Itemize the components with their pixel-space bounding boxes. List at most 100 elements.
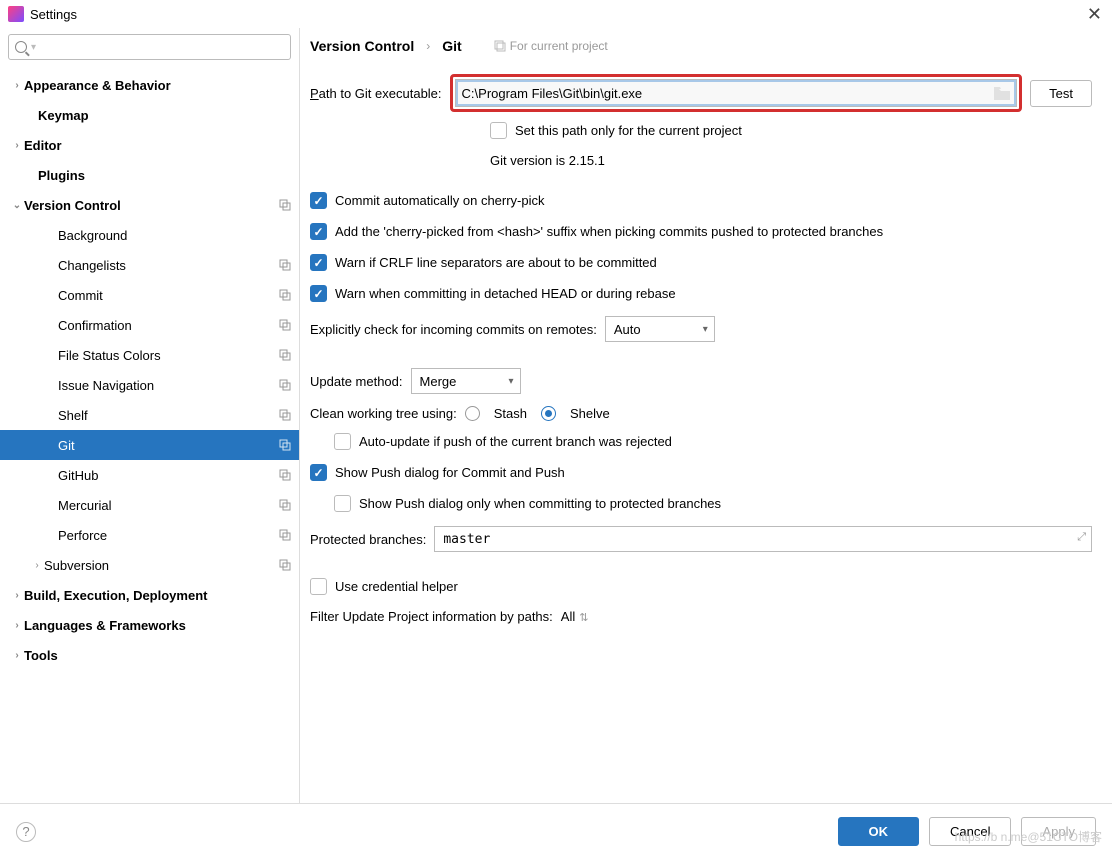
sidebar-item-subversion[interactable]: ›Subversion bbox=[0, 550, 299, 580]
content-panel: Version Control › Git For current projec… bbox=[300, 28, 1112, 803]
path-highlight bbox=[450, 74, 1023, 112]
sidebar-item-label: Git bbox=[58, 438, 279, 453]
protected-branches-input[interactable] bbox=[434, 526, 1092, 552]
sidebar-item-label: Perforce bbox=[58, 528, 279, 543]
breadcrumb-root[interactable]: Version Control bbox=[310, 38, 414, 54]
titlebar: Settings ✕ bbox=[0, 0, 1112, 28]
copy-icon bbox=[279, 259, 291, 271]
expand-icon[interactable]: ⤢ bbox=[1077, 531, 1086, 544]
sidebar-item-label: Shelf bbox=[58, 408, 279, 423]
sidebar-item-tools[interactable]: ›Tools bbox=[0, 640, 299, 670]
apply-button[interactable]: Apply bbox=[1021, 817, 1096, 846]
sidebar-item-git[interactable]: Git bbox=[0, 430, 299, 460]
sidebar-item-label: Tools bbox=[24, 648, 291, 663]
sidebar-item-keymap[interactable]: Keymap bbox=[0, 100, 299, 130]
sidebar-item-background[interactable]: Background bbox=[0, 220, 299, 250]
sidebar-item-version-control[interactable]: ⌄Version Control bbox=[0, 190, 299, 220]
sidebar-item-label: Commit bbox=[58, 288, 279, 303]
show-push-checkbox[interactable] bbox=[310, 464, 327, 481]
chevron-right-icon: › bbox=[426, 39, 430, 53]
auto-update-checkbox[interactable] bbox=[334, 433, 351, 450]
sidebar-item-languages-frameworks[interactable]: ›Languages & Frameworks bbox=[0, 610, 299, 640]
sidebar: ▾ ›Appearance & BehaviorKeymap›EditorPlu… bbox=[0, 28, 300, 803]
update-method-select[interactable]: Merge bbox=[411, 368, 521, 394]
sidebar-item-changelists[interactable]: Changelists bbox=[0, 250, 299, 280]
arrow-icon: › bbox=[10, 140, 24, 151]
credential-helper-checkbox[interactable] bbox=[310, 578, 327, 595]
arrow-icon: › bbox=[10, 80, 24, 91]
sidebar-item-commit[interactable]: Commit bbox=[0, 280, 299, 310]
sidebar-item-label: Mercurial bbox=[58, 498, 279, 513]
sidebar-item-label: Subversion bbox=[44, 558, 279, 573]
help-button[interactable]: ? bbox=[16, 822, 36, 842]
breadcrumb: Version Control › Git For current projec… bbox=[310, 38, 1092, 54]
set-path-current-checkbox[interactable] bbox=[490, 122, 507, 139]
copy-icon bbox=[279, 379, 291, 391]
arrow-icon: › bbox=[30, 560, 44, 571]
explicit-check-label: Explicitly check for incoming commits on… bbox=[310, 322, 597, 337]
copy-icon bbox=[279, 349, 291, 361]
sidebar-item-appearance-behavior[interactable]: ›Appearance & Behavior bbox=[0, 70, 299, 100]
sidebar-item-confirmation[interactable]: Confirmation bbox=[0, 310, 299, 340]
git-path-input[interactable] bbox=[462, 86, 995, 101]
folder-icon[interactable] bbox=[994, 87, 1010, 100]
sidebar-item-label: GitHub bbox=[58, 468, 279, 483]
cherry-auto-checkbox[interactable] bbox=[310, 192, 327, 209]
copy-icon bbox=[279, 469, 291, 481]
warn-crlf-checkbox[interactable] bbox=[310, 254, 327, 271]
arrow-icon: ⌄ bbox=[10, 200, 24, 211]
copy-icon bbox=[279, 439, 291, 451]
explicit-check-select[interactable]: Auto bbox=[605, 316, 715, 342]
app-icon bbox=[8, 6, 24, 22]
sidebar-item-shelf[interactable]: Shelf bbox=[0, 400, 299, 430]
footer: ? OK Cancel Apply https://b n.me@51CTO博客 bbox=[0, 803, 1112, 859]
sidebar-item-label: Issue Navigation bbox=[58, 378, 279, 393]
stash-radio[interactable] bbox=[465, 406, 480, 421]
copy-icon bbox=[279, 319, 291, 331]
sidebar-item-label: Background bbox=[58, 228, 291, 243]
sidebar-item-plugins[interactable]: Plugins bbox=[0, 160, 299, 190]
sidebar-item-perforce[interactable]: Perforce bbox=[0, 520, 299, 550]
update-method-label: Update method: bbox=[310, 374, 403, 389]
sidebar-item-file-status-colors[interactable]: File Status Colors bbox=[0, 340, 299, 370]
copy-icon bbox=[279, 289, 291, 301]
copy-icon bbox=[279, 559, 291, 571]
sidebar-item-editor[interactable]: ›Editor bbox=[0, 130, 299, 160]
project-hint: For current project bbox=[494, 39, 608, 53]
search-icon bbox=[15, 41, 27, 53]
warn-detached-checkbox[interactable] bbox=[310, 285, 327, 302]
copy-icon bbox=[279, 409, 291, 421]
cancel-button[interactable]: Cancel bbox=[929, 817, 1011, 846]
clean-tree-label: Clean working tree using: bbox=[310, 406, 457, 421]
sidebar-item-mercurial[interactable]: Mercurial bbox=[0, 490, 299, 520]
test-button[interactable]: Test bbox=[1030, 80, 1092, 107]
filter-value[interactable]: All⇅ bbox=[561, 609, 589, 624]
sidebar-item-github[interactable]: GitHub bbox=[0, 460, 299, 490]
search-input[interactable]: ▾ bbox=[8, 34, 291, 60]
ok-button[interactable]: OK bbox=[838, 817, 920, 846]
arrow-icon: › bbox=[10, 650, 24, 661]
window-title: Settings bbox=[30, 7, 77, 22]
sidebar-item-label: Editor bbox=[24, 138, 291, 153]
protected-label: Protected branches: bbox=[310, 532, 426, 547]
sidebar-item-label: File Status Colors bbox=[58, 348, 279, 363]
sidebar-item-build-execution-deployment[interactable]: ›Build, Execution, Deployment bbox=[0, 580, 299, 610]
copy-icon bbox=[279, 499, 291, 511]
breadcrumb-page: Git bbox=[442, 38, 461, 54]
show-push-protected-checkbox[interactable] bbox=[334, 495, 351, 512]
cherry-suffix-checkbox[interactable] bbox=[310, 223, 327, 240]
arrow-icon: › bbox=[10, 590, 24, 601]
sidebar-item-label: Plugins bbox=[38, 168, 291, 183]
path-label: Path to Git executable: bbox=[310, 86, 442, 101]
copy-icon bbox=[279, 529, 291, 541]
sidebar-item-label: Languages & Frameworks bbox=[24, 618, 291, 633]
sidebar-item-issue-navigation[interactable]: Issue Navigation bbox=[0, 370, 299, 400]
sidebar-item-label: Appearance & Behavior bbox=[24, 78, 291, 93]
shelve-radio[interactable] bbox=[541, 406, 556, 421]
close-icon[interactable]: ✕ bbox=[1087, 4, 1102, 25]
sidebar-item-label: Keymap bbox=[38, 108, 291, 123]
settings-tree: ›Appearance & BehaviorKeymap›EditorPlugi… bbox=[0, 66, 299, 803]
git-version-line: Git version is 2.15.1 bbox=[310, 153, 1092, 168]
sidebar-item-label: Changelists bbox=[58, 258, 279, 273]
filter-label: Filter Update Project information by pat… bbox=[310, 609, 553, 624]
